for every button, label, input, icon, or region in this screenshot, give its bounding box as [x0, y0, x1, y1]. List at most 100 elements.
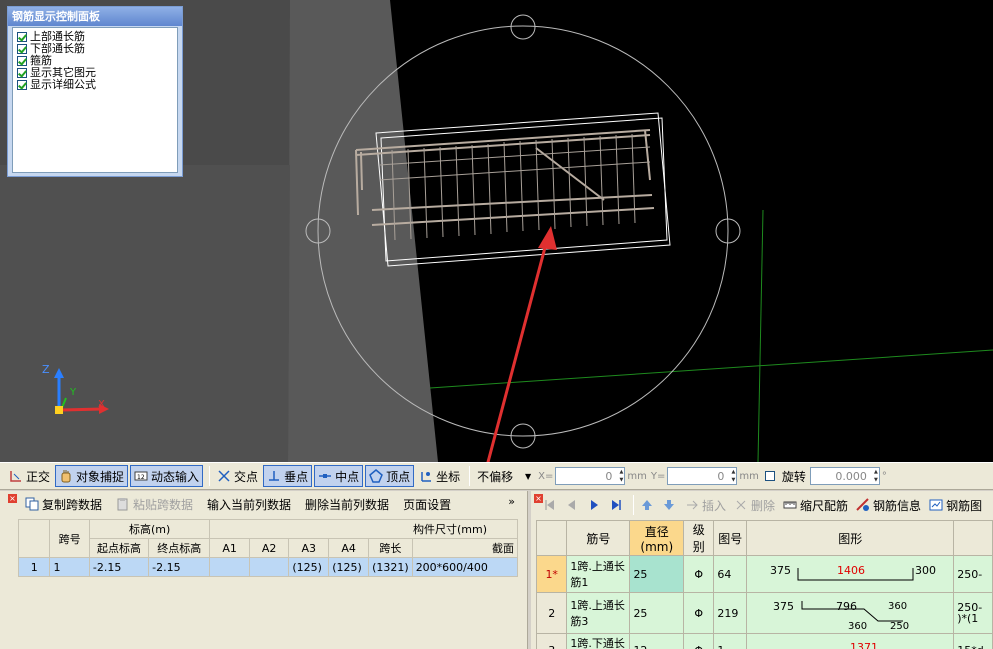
copy-span-button[interactable]: 复制跨数据	[22, 493, 105, 515]
toggle-label: 显示详细公式	[30, 78, 96, 91]
more-icon[interactable]: »	[508, 495, 515, 508]
checkbox-icon[interactable]	[17, 44, 27, 54]
intersection-snap-button[interactable]: 交点	[214, 465, 261, 487]
page-setup-button[interactable]: 页面设置	[400, 493, 454, 515]
input-column-button[interactable]: 输入当前列数据	[204, 493, 294, 515]
checkbox-icon[interactable]	[17, 32, 27, 42]
table-row[interactable]: 3 1跨.下通长筋1 12 Φ 1 1371 15*d	[535, 633, 993, 649]
insert-button[interactable]: 插入	[682, 494, 729, 516]
cell-formula[interactable]: 250-	[953, 555, 993, 593]
checkbox-icon[interactable]	[17, 56, 27, 66]
intersection-label: 交点	[234, 469, 259, 484]
cell-shape[interactable]: 1371	[746, 633, 955, 649]
dim-tail: 250	[890, 621, 909, 632]
row-index[interactable]: 3	[535, 633, 568, 649]
x-coordinate-label: X=	[538, 470, 554, 482]
cell-diameter[interactable]: 12	[629, 633, 685, 649]
cell-formula[interactable]: 250- )*(1	[953, 592, 993, 634]
scale-ruler-icon	[783, 501, 797, 509]
next-record-icon[interactable]	[585, 496, 603, 514]
cell-grade[interactable]: Φ	[683, 555, 715, 593]
cell-bar-no[interactable]: 1跨.下通长筋1	[566, 633, 631, 649]
rebar-graph-button[interactable]: 钢筋图	[926, 494, 985, 516]
cell-a3[interactable]: (125)	[288, 557, 330, 577]
scale-rebar-button[interactable]: 缩尺配筋	[780, 494, 851, 516]
cell-diameter[interactable]: 25	[629, 555, 685, 593]
y-unit-label: mm	[739, 470, 759, 482]
circle-handle-top	[510, 14, 536, 40]
header-end-elevation: 终点标高	[148, 538, 211, 558]
delete-column-button[interactable]: 删除当前列数据	[302, 493, 392, 515]
vertex-snap-button[interactable]: 顶点	[365, 465, 415, 487]
cell-shape[interactable]: 375 796 360 360 250	[746, 592, 955, 634]
last-record-icon[interactable]	[607, 496, 625, 514]
ortho-button[interactable]: 正交	[6, 465, 53, 487]
dynamic-input-icon: 12	[134, 471, 148, 481]
cell-shape-no[interactable]: 219	[713, 592, 748, 634]
dynamic-input-button[interactable]: 12 动态输入	[130, 465, 204, 487]
header-grade: 级别	[683, 520, 715, 556]
cell-span-length[interactable]: (1321)	[368, 557, 413, 577]
midpoint-snap-button[interactable]: 中点	[314, 465, 364, 487]
header-elevation: 标高(m)	[88, 519, 211, 539]
table-row[interactable]: 2 1跨.上通长筋3 25 Φ 219 375 796 360 360 250 …	[535, 592, 993, 634]
rebar-info-label: 钢筋信息	[873, 498, 922, 513]
delete-icon	[736, 500, 746, 510]
x-coordinate-input[interactable]: 0	[555, 467, 626, 485]
close-icon[interactable]: ×	[534, 494, 543, 503]
cell-shape[interactable]: 375 1406 300	[746, 555, 955, 593]
axis-y-label: Y	[69, 387, 77, 398]
3d-viewport[interactable]: Z Y X 钢筋显示控制面板 上部通长筋 下部通长筋 箍筋 显示其它图元 显示详…	[0, 0, 993, 462]
offset-dropdown[interactable]: 不偏移 ▼	[474, 465, 534, 487]
control-panel-title: 钢筋显示控制面板	[8, 7, 182, 26]
table-row[interactable]: 1* 1跨.上通长筋1 25 Φ 64 375 1406 300 250-	[535, 555, 993, 593]
y-coordinate-input[interactable]: 0	[667, 467, 738, 485]
first-record-icon[interactable]	[541, 496, 559, 514]
perpendicular-snap-button[interactable]: 垂点	[263, 465, 313, 487]
cell-section[interactable]: 200*600/400	[411, 557, 519, 577]
cell-span-no[interactable]: 1	[49, 557, 90, 577]
close-icon[interactable]: ×	[8, 494, 17, 503]
object-snap-button[interactable]: 对象捕捉	[55, 465, 129, 487]
cell-formula[interactable]: 15*d	[953, 633, 993, 649]
rotate-checkbox[interactable]	[764, 471, 775, 481]
toggle-detailed-formula[interactable]: 显示详细公式	[17, 79, 173, 91]
move-up-icon[interactable]	[638, 496, 656, 514]
checkbox-icon[interactable]	[17, 80, 27, 90]
header-a3: A3	[288, 538, 330, 558]
cell-grade[interactable]: Φ	[683, 592, 715, 634]
x-coordinate-value: 0	[605, 469, 613, 483]
object-snap-label: 对象捕捉	[76, 469, 125, 484]
previous-record-icon[interactable]	[563, 496, 581, 514]
cell-a1[interactable]	[209, 557, 250, 577]
cell-diameter[interactable]: 25	[629, 592, 685, 634]
coordinate-snap-button[interactable]: 坐标	[416, 465, 463, 487]
row-index[interactable]: 1*	[535, 555, 568, 593]
cell-bar-no[interactable]: 1跨.上通长筋1	[566, 555, 631, 593]
toolbar-separator	[209, 466, 211, 486]
y-coordinate-value: 0	[717, 469, 725, 483]
delete-button[interactable]: 删除	[731, 494, 778, 516]
x-unit-label: mm	[627, 470, 647, 482]
move-down-icon[interactable]	[660, 496, 678, 514]
svg-text:12: 12	[137, 474, 145, 481]
cell-a2[interactable]	[248, 557, 290, 577]
checkbox-icon[interactable]	[17, 68, 27, 78]
dim-mid: 1371	[850, 641, 878, 649]
paste-span-button[interactable]: 粘贴跨数据	[113, 493, 196, 515]
cell-shape-no[interactable]: 64	[713, 555, 748, 593]
cell-end-elevation[interactable]: -2.15	[148, 557, 211, 577]
cell-grade[interactable]: Φ	[683, 633, 715, 649]
cell-start-elevation[interactable]: -2.15	[88, 557, 150, 577]
rotate-input[interactable]: 0.000	[809, 467, 880, 485]
degree-label: °	[881, 470, 887, 482]
row-index[interactable]: 2	[535, 592, 568, 634]
table-row[interactable]: 1 1 -2.15 -2.15 (125) (125) (1321) 200*6…	[17, 557, 519, 577]
rebar-info-button[interactable]: 钢筋信息	[853, 494, 924, 516]
cell-a4[interactable]: (125)	[328, 557, 370, 577]
cell-bar-no[interactable]: 1跨.上通长筋3	[566, 592, 631, 634]
annotation-arrow-head	[538, 226, 557, 250]
cell-shape-no[interactable]: 1	[713, 633, 748, 649]
perpendicular-label: 垂点	[284, 469, 309, 484]
row-index[interactable]: 1	[17, 557, 51, 577]
